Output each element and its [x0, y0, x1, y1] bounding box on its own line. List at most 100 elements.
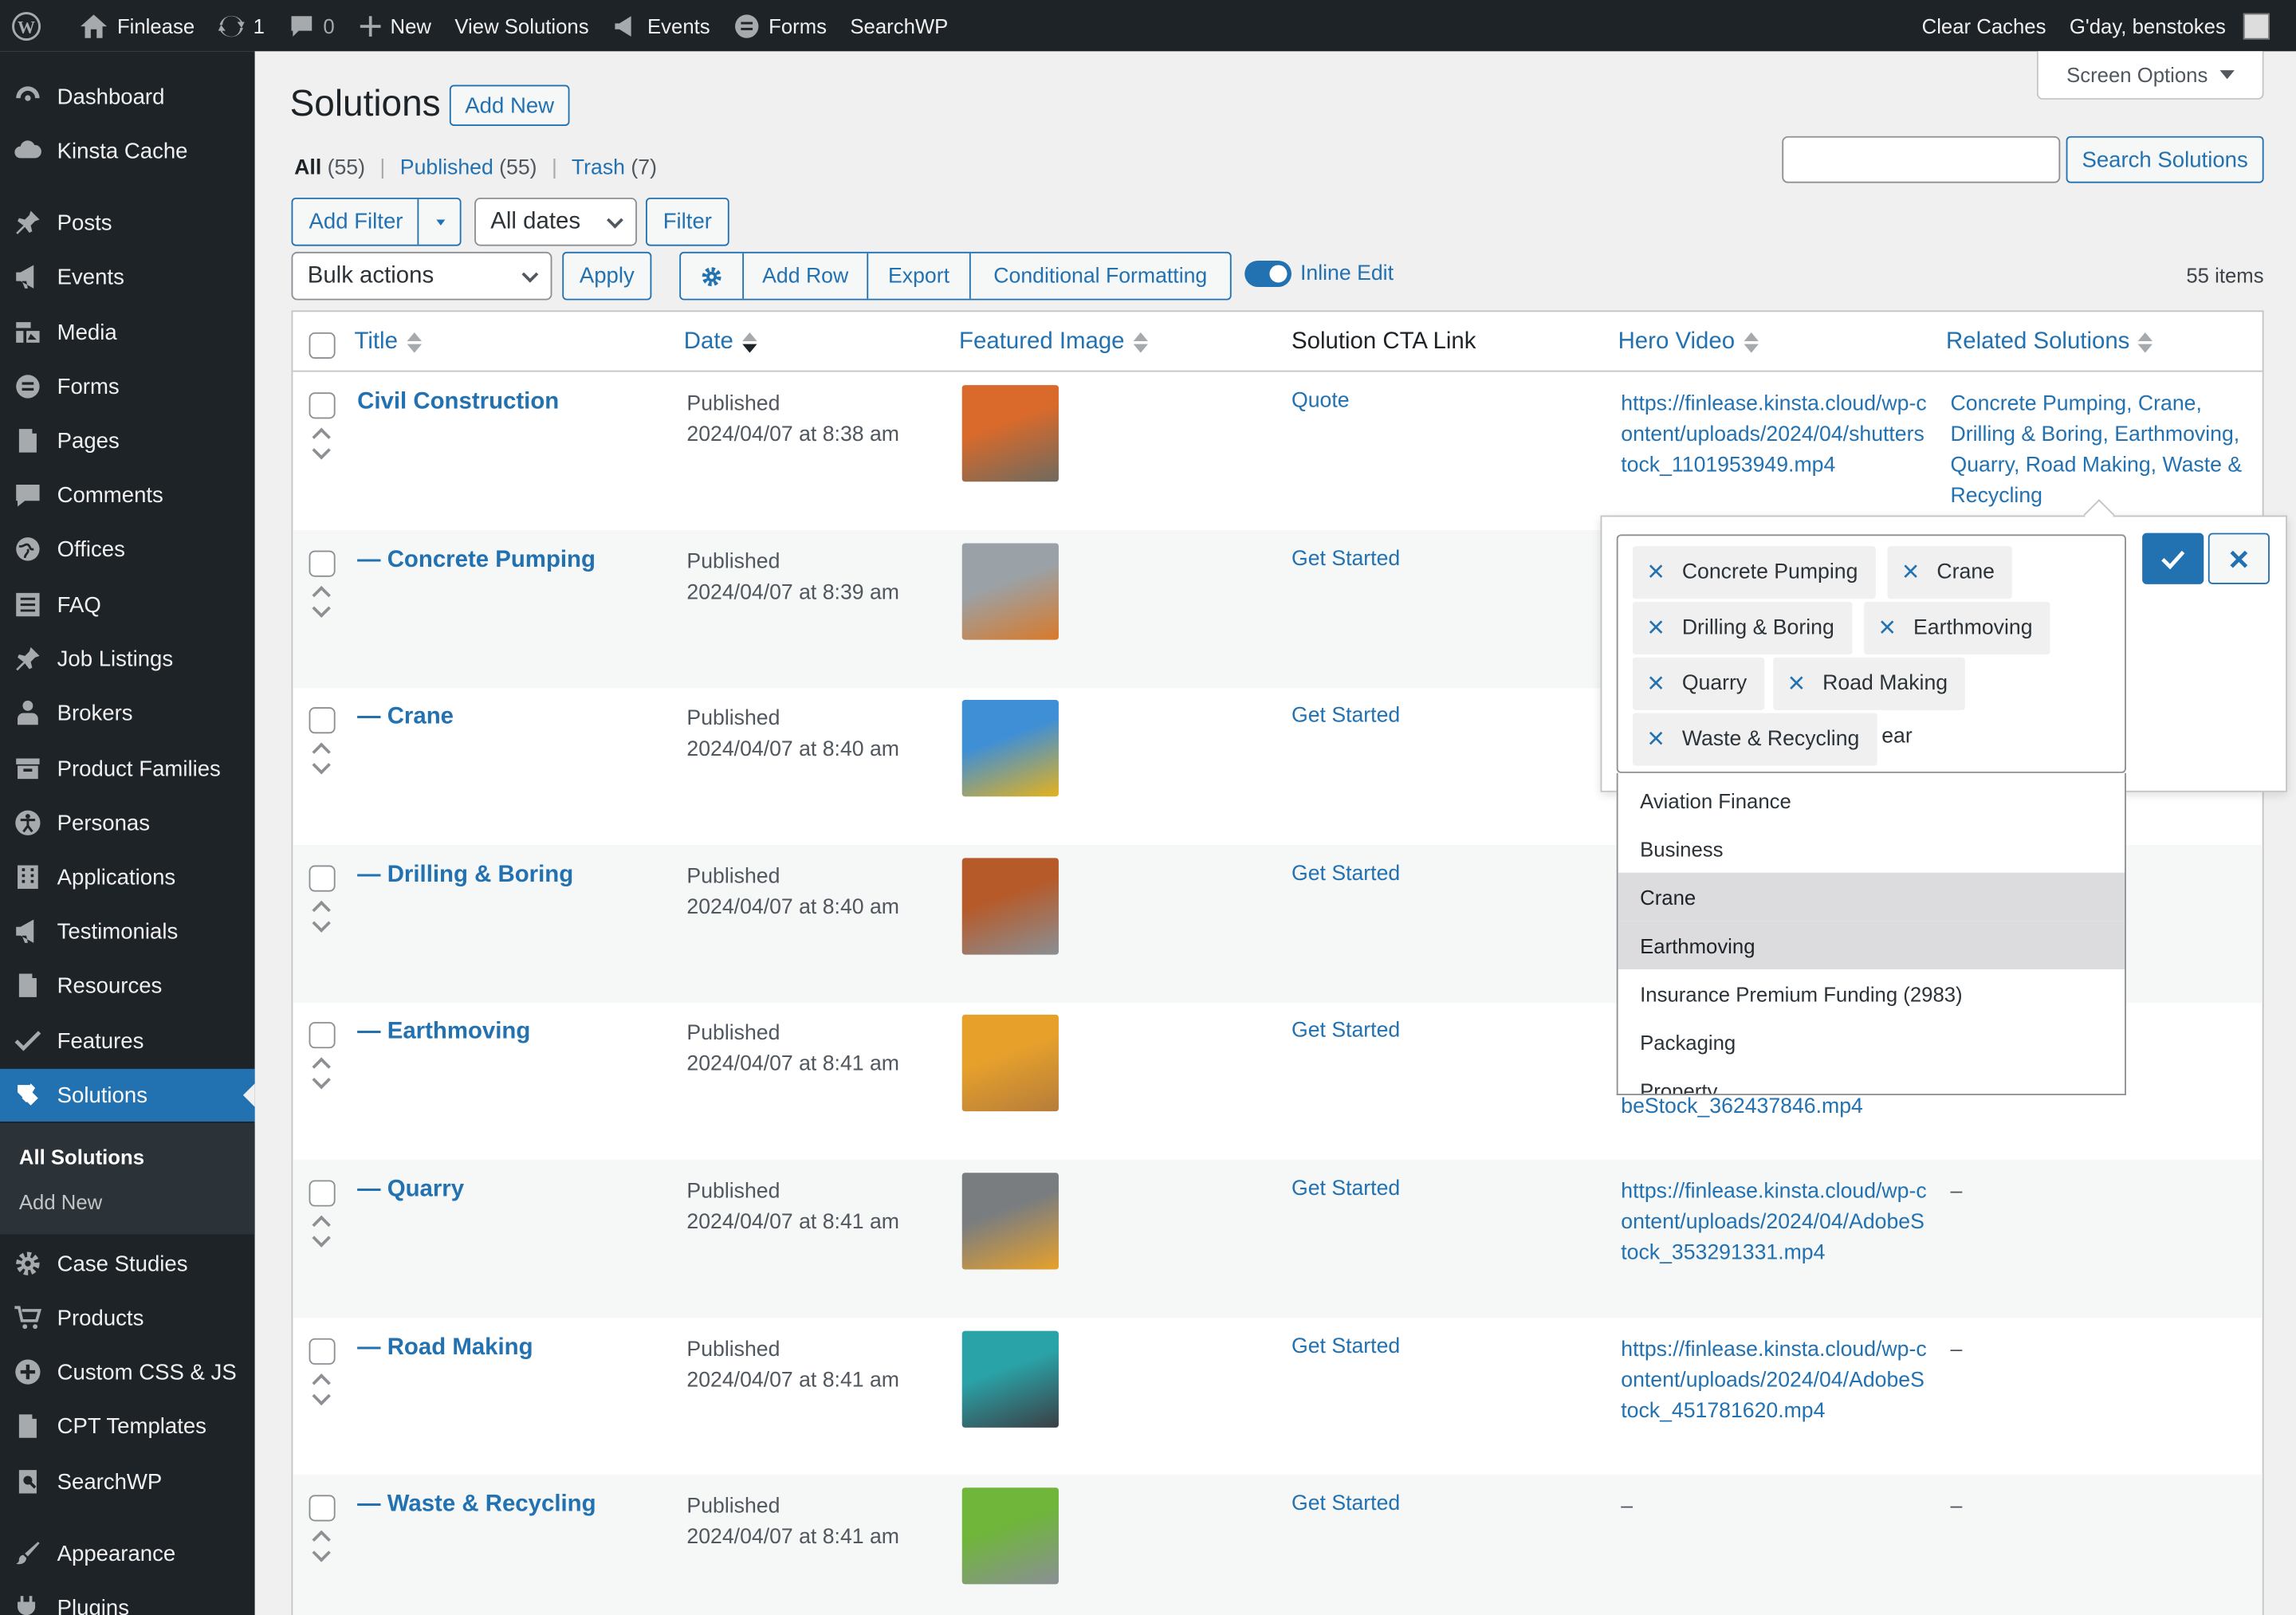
searchwp-link[interactable]: SearchWP [839, 0, 960, 51]
inline-edit-toggle[interactable]: Inline Edit [1244, 260, 1394, 288]
menu-item-case-studies[interactable]: Case Studies [0, 1237, 255, 1290]
row-checkbox[interactable] [309, 1180, 336, 1207]
menu-item-features[interactable]: Features [0, 1015, 255, 1067]
menu-item-offices[interactable]: Offices [0, 523, 255, 576]
table-settings-button[interactable] [681, 253, 745, 299]
dropdown-option[interactable]: Property [1618, 1066, 2125, 1094]
view-trash-link[interactable]: Trash (7) [572, 157, 657, 180]
menu-item-posts[interactable]: Posts [0, 196, 255, 249]
featured-image-thumbnail[interactable] [961, 1173, 1059, 1270]
featured-image-thumbnail[interactable] [961, 1487, 1059, 1585]
drag-handle-icon[interactable] [312, 1061, 332, 1087]
menu-item-plugins[interactable]: Plugins [0, 1582, 255, 1615]
row-title-link[interactable]: Civil Construction [357, 390, 559, 416]
row-title-link[interactable]: — Quarry [357, 1177, 464, 1204]
menu-item-pages[interactable]: Pages [0, 415, 255, 467]
row-checkbox[interactable] [309, 1022, 336, 1049]
menu-item-faq[interactable]: FAQ [0, 579, 255, 631]
cta-link[interactable]: Quote [1292, 390, 1350, 413]
comments-link[interactable]: 0 [277, 0, 347, 51]
featured-image-thumbnail[interactable] [961, 700, 1059, 797]
search-solutions-button[interactable]: Search Solutions [2066, 136, 2264, 183]
row-checkbox[interactable] [309, 549, 336, 576]
drag-handle-icon[interactable] [312, 903, 332, 929]
menu-item-custom-css-js[interactable]: Custom CSS & JS [0, 1346, 255, 1398]
menu-item-products[interactable]: Products [0, 1291, 255, 1344]
cta-link[interactable]: Get Started [1292, 1177, 1400, 1200]
menu-item-personas[interactable]: Personas [0, 796, 255, 849]
featured-image-thumbnail[interactable] [961, 385, 1059, 482]
remove-tag-icon[interactable]: × [1647, 725, 1664, 754]
drag-handle-icon[interactable] [312, 745, 332, 772]
related-solutions-links[interactable]: Concrete Pumping, Crane, Drilling & Bori… [1951, 390, 2261, 513]
filter-button[interactable]: Filter [645, 197, 729, 246]
menu-item-brokers[interactable]: Brokers [0, 686, 255, 739]
tag-search-input[interactable] [1881, 718, 2058, 754]
hero-video-link[interactable]: https://finlease.kinsta.cloud/wp-content… [1621, 1177, 1928, 1270]
remove-tag-icon[interactable]: × [1879, 614, 1896, 643]
wordpress-logo-button[interactable]: W [0, 0, 53, 51]
save-edit-button[interactable] [2142, 532, 2204, 584]
hero-video-link[interactable]: https://finlease.kinsta.cloud/wp-content… [1621, 390, 1928, 482]
search-input[interactable] [1782, 136, 2061, 183]
drag-handle-icon[interactable] [312, 588, 332, 615]
select-all-checkbox[interactable] [309, 332, 336, 360]
featured-image-thumbnail[interactable] [961, 857, 1059, 955]
menu-item-solutions[interactable]: Solutions [0, 1068, 255, 1122]
submenu-all-solutions[interactable]: All Solutions [19, 1145, 144, 1168]
row-checkbox[interactable] [309, 1495, 336, 1522]
row-title-link[interactable]: — Crane [357, 705, 454, 731]
menu-item-cpt-templates[interactable]: CPT Templates [0, 1400, 255, 1452]
my-account-link[interactable]: G'day, benstokes [2058, 0, 2296, 51]
menu-item-applications[interactable]: Applications [0, 851, 255, 903]
row-checkbox[interactable] [309, 865, 336, 892]
view-all-link[interactable]: All (55) [294, 157, 365, 180]
view-published-link[interactable]: Published (55) [400, 157, 537, 180]
cta-link[interactable]: Get Started [1292, 1492, 1400, 1515]
column-date[interactable]: Date [684, 329, 757, 356]
row-title-link[interactable]: — Earthmoving [357, 1020, 530, 1046]
dates-select[interactable]: All dates [474, 197, 637, 246]
menu-item-comments[interactable]: Comments [0, 469, 255, 521]
column-related-solutions[interactable]: Related Solutions [1946, 329, 2153, 356]
menu-item-job-listings[interactable]: Job Listings [0, 633, 255, 686]
site-name-link[interactable]: Finlease [67, 0, 206, 51]
remove-tag-icon[interactable]: × [1788, 669, 1805, 698]
menu-item-kinsta-cache[interactable]: Kinsta Cache [0, 124, 255, 177]
column-title[interactable]: Title [354, 329, 422, 356]
cta-link[interactable]: Get Started [1292, 1334, 1400, 1358]
cta-link[interactable]: Get Started [1292, 705, 1400, 728]
cta-link[interactable]: Get Started [1292, 863, 1400, 886]
hero-video-link[interactable]: https://finlease.kinsta.cloud/wp-content… [1621, 1334, 1928, 1427]
hero-video-link[interactable]: beStock_362437846.mp4 [1621, 1093, 1928, 1124]
remove-tag-icon[interactable]: × [1647, 558, 1664, 587]
forms-link[interactable]: Forms [721, 0, 838, 51]
apply-button[interactable]: Apply [562, 251, 652, 301]
screen-options-button[interactable]: Screen Options [2036, 51, 2264, 100]
add-filter-button[interactable]: Add Filter [291, 197, 462, 246]
featured-image-thumbnail[interactable] [961, 1330, 1059, 1428]
clear-caches-link[interactable]: Clear Caches [1910, 0, 2058, 51]
cancel-edit-button[interactable] [2208, 532, 2270, 584]
row-checkbox[interactable] [309, 1338, 336, 1365]
row-checkbox[interactable] [309, 392, 336, 419]
featured-image-thumbnail[interactable] [961, 542, 1059, 639]
row-checkbox[interactable] [309, 707, 336, 734]
menu-item-appearance[interactable]: Appearance [0, 1527, 255, 1580]
drag-handle-icon[interactable] [312, 430, 332, 457]
remove-tag-icon[interactable]: × [1647, 614, 1664, 643]
dropdown-option[interactable]: Business [1618, 824, 2125, 873]
dropdown-option[interactable]: Crane [1618, 872, 2125, 921]
row-title-link[interactable]: — Waste & Recycling [357, 1492, 596, 1519]
view-solutions-link[interactable]: View Solutions [443, 0, 601, 51]
remove-tag-icon[interactable]: × [1647, 669, 1664, 698]
cta-link[interactable]: Get Started [1292, 1020, 1400, 1043]
menu-item-searchwp[interactable]: SearchWP [0, 1456, 255, 1508]
dropdown-option[interactable]: Earthmoving [1618, 921, 2125, 969]
menu-item-testimonials[interactable]: Testimonials [0, 905, 255, 957]
menu-item-product-families[interactable]: Product Families [0, 742, 255, 795]
add-row-button[interactable]: Add Row [744, 253, 869, 299]
menu-item-media[interactable]: Media [0, 306, 255, 359]
drag-handle-icon[interactable] [312, 1533, 332, 1559]
bulk-actions-select[interactable]: Bulk actions [291, 251, 552, 301]
